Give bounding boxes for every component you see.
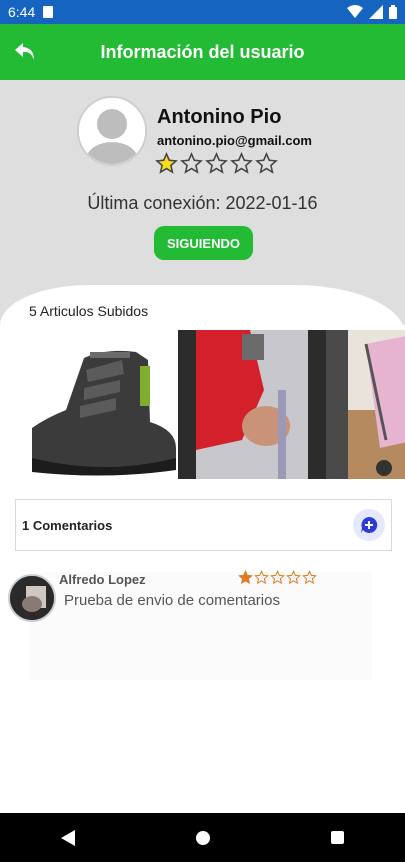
status-icons	[347, 5, 397, 19]
system-nav-bar	[0, 813, 405, 862]
page-title: Información del usuario	[100, 41, 305, 62]
add-comment-icon	[361, 516, 378, 533]
back-arrow-icon[interactable]	[12, 38, 40, 66]
back-triangle-icon	[60, 829, 75, 846]
commenter-photo	[10, 576, 54, 620]
user-rating[interactable]	[155, 152, 278, 175]
star-filled-icon	[155, 152, 178, 174]
star-empty-icon	[205, 152, 228, 174]
signal-icon	[369, 5, 383, 19]
status-bar: 6:44	[0, 0, 405, 24]
star-empty-icon	[254, 570, 269, 585]
star-filled-icon	[238, 570, 253, 585]
comments-header: 1 Comentarios	[15, 499, 392, 551]
status-time: 6:44	[8, 4, 36, 20]
battery-icon	[389, 5, 397, 19]
app-bar: Información del usuario	[0, 24, 405, 80]
articles-gallery[interactable]	[26, 330, 405, 479]
nav-recents-button[interactable]	[318, 818, 358, 858]
hiking-boot-photo[interactable]	[26, 330, 178, 479]
person-photo[interactable]	[178, 330, 326, 479]
avatar[interactable]	[77, 96, 147, 166]
articles-title: 5 Articulos Subidos	[29, 303, 149, 319]
user-name: Antonino Pio	[157, 106, 282, 128]
comment-rating	[238, 570, 317, 585]
star-empty-icon	[302, 570, 317, 585]
star-empty-icon	[270, 570, 285, 585]
content-panel: 5 Articulos Subidos 1 Comentarios Alfred…	[0, 285, 405, 813]
comment-background	[30, 572, 372, 680]
wifi-icon	[347, 5, 363, 18]
comment-avatar[interactable]	[8, 574, 56, 622]
comment-author: Alfredo Lopez	[59, 572, 146, 587]
follow-button[interactable]: SIGUIENDO	[154, 226, 253, 260]
recents-square-icon	[331, 831, 344, 844]
star-empty-icon	[230, 152, 253, 174]
comments-count: 1 Comentarios	[22, 517, 113, 533]
stroller-photo[interactable]	[326, 330, 405, 479]
nav-home-button[interactable]	[183, 818, 223, 858]
comment-item: Alfredo Lopez Prueba de envio de comenta…	[8, 570, 388, 682]
last-connection: Última conexión: 2022-01-16	[87, 193, 318, 213]
sd-card-icon	[43, 6, 54, 18]
star-empty-icon	[286, 570, 301, 585]
star-empty-icon	[180, 152, 203, 174]
home-circle-icon	[195, 830, 210, 845]
star-empty-icon	[255, 152, 278, 174]
nav-back-button[interactable]	[48, 818, 88, 858]
user-email: antonino.pio@gmail.com	[157, 133, 312, 148]
comment-text: Prueba de envio de comentarios	[64, 592, 280, 609]
default-user-icon	[79, 98, 145, 164]
add-comment-button[interactable]	[353, 509, 385, 541]
